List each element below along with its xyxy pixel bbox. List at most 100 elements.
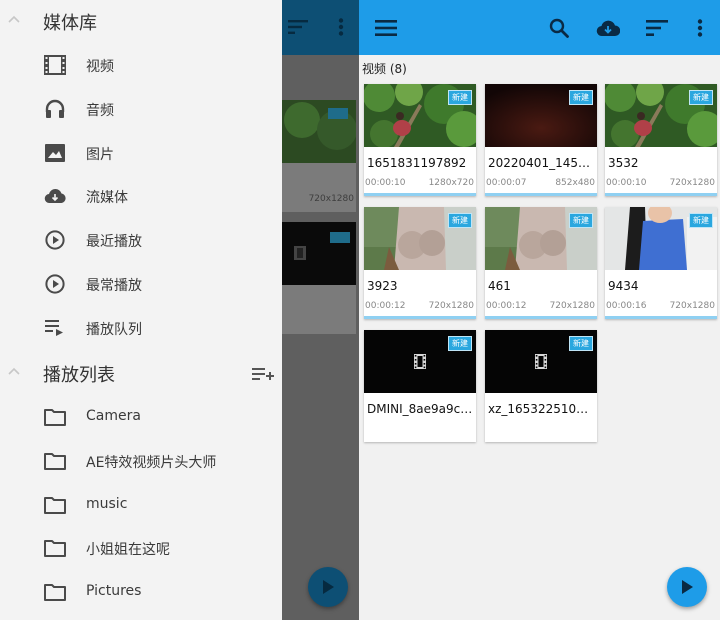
progress-bar <box>605 316 717 319</box>
new-badge: 新建 <box>569 90 593 105</box>
cloud-download-icon[interactable] <box>593 13 623 43</box>
dimmed-thumbnail <box>282 222 356 285</box>
library-item-label: 视频 <box>86 59 114 75</box>
playlist-item-1[interactable]: AE特效视频片头大师 <box>0 441 282 481</box>
library-item-label: 音频 <box>86 102 114 119</box>
video-card[interactable]: 新建 461 00:00:12 720x1280 <box>485 207 597 319</box>
more-options-icon <box>338 18 344 36</box>
sort-icon <box>288 20 308 34</box>
video-resolution: 720x1280 <box>428 301 474 311</box>
library-item-label: 播放队列 <box>86 321 142 338</box>
video-thumbnail: 新建 <box>485 84 597 147</box>
playlist-item-0[interactable]: Camera <box>0 397 282 437</box>
video-resolution: 720x1280 <box>669 178 715 188</box>
playlists-section-header[interactable]: 播放列表 <box>0 353 282 393</box>
library-item-5[interactable]: 最常播放 <box>0 264 282 304</box>
film-icon <box>294 246 306 260</box>
video-thumbnail: 新建 <box>485 330 597 393</box>
video-duration: 00:00:12 <box>365 301 406 311</box>
play-circle-icon <box>43 272 67 296</box>
video-card[interactable]: 新建 9434 00:00:16 720x1280 <box>605 207 717 319</box>
new-badge: 新建 <box>569 336 593 351</box>
library-item-0[interactable]: 视频 <box>0 45 282 85</box>
playlist-item-label: AE特效视频片头大师 <box>86 454 217 471</box>
sort-icon[interactable] <box>642 13 672 43</box>
headphones-icon <box>43 97 67 121</box>
video-title: 461 <box>488 279 511 293</box>
video-card[interactable]: 新建 20220401_145443 00:00:07 852x480 <box>485 84 597 196</box>
dimmed-video-card <box>282 222 356 334</box>
new-badge: 新建 <box>448 90 472 105</box>
dimmed-thumbnail <box>282 100 356 163</box>
video-resolution: 1280x720 <box>428 178 474 188</box>
video-card[interactable]: 新建 1651831197892 00:00:10 1280x720 <box>364 84 476 196</box>
video-thumbnail: 新建 <box>364 84 476 147</box>
playlist-item-label: Pictures <box>86 583 142 600</box>
video-title: 20220401_145443 <box>488 156 594 170</box>
play-circle-icon <box>43 228 67 252</box>
playlist-item-4[interactable]: Pictures <box>0 572 282 612</box>
folder-icon <box>43 493 67 517</box>
play-fab[interactable] <box>667 567 707 607</box>
new-badge: 新建 <box>689 90 713 105</box>
film-icon <box>43 53 67 77</box>
dimmed-app-bar <box>282 0 359 55</box>
folder-icon <box>43 449 67 473</box>
library-item-4[interactable]: 最近播放 <box>0 220 282 260</box>
video-duration: 00:00:10 <box>606 178 647 188</box>
new-badge: 新建 <box>448 213 472 228</box>
video-title: DMINI_8ae9a9c5f... <box>367 402 473 416</box>
folder-icon <box>43 405 67 429</box>
video-card[interactable]: 新建 3532 00:00:10 720x1280 <box>605 84 717 196</box>
hamburger-menu-icon[interactable] <box>371 13 401 43</box>
progress-bar <box>485 193 597 196</box>
library-item-1[interactable]: 音频 <box>0 89 282 129</box>
queue-icon <box>43 316 67 340</box>
new-badge: 新建 <box>689 213 713 228</box>
video-resolution: 720x1280 <box>549 301 595 311</box>
video-card[interactable]: 新建 DMINI_8ae9a9c5f... <box>364 330 476 442</box>
library-item-label: 最近播放 <box>86 234 142 251</box>
add-playlist-icon[interactable] <box>252 363 274 385</box>
playlist-item-label: 小姐姐在这呢 <box>86 542 170 559</box>
library-item-3[interactable]: 流媒体 <box>0 176 282 216</box>
video-resolution: 720x1280 <box>669 301 715 311</box>
progress-bar <box>364 193 476 196</box>
search-icon[interactable] <box>544 13 574 43</box>
chevron-up-icon <box>8 15 20 23</box>
video-thumbnail: 新建 <box>605 84 717 147</box>
video-card[interactable]: 新建 xz_1653225102063 <box>485 330 597 442</box>
video-duration: 00:00:10 <box>365 178 406 188</box>
dimmed-video-card: 720x1280 <box>282 100 356 212</box>
video-title: xz_1653225102063 <box>488 402 594 416</box>
playlists-title: 播放列表 <box>43 365 115 386</box>
folder-icon <box>43 536 67 560</box>
video-duration: 00:00:12 <box>486 301 527 311</box>
navigation-drawer: 媒体库 视频音频图片 流媒体最近播放最常播放播放队列 播放列表 Camera AE特… <box>0 0 282 620</box>
more-options-icon[interactable] <box>685 13 715 43</box>
video-thumbnail: 新建 <box>485 207 597 270</box>
playlist-item-2[interactable]: music <box>0 485 282 525</box>
cloud-download-icon <box>43 184 67 208</box>
video-duration: 00:00:07 <box>486 178 527 188</box>
app-bar <box>359 0 720 55</box>
new-badge: 新建 <box>448 336 472 351</box>
section-label: 视频 (8) <box>362 62 407 76</box>
video-card[interactable]: 新建 3923 00:00:12 720x1280 <box>364 207 476 319</box>
video-title: 1651831197892 <box>367 156 467 170</box>
video-thumbnail: 新建 <box>364 207 476 270</box>
video-thumbnail: 新建 <box>605 207 717 270</box>
dimmed-background-screen: 720x1280 <box>282 0 359 620</box>
chevron-up-icon <box>8 367 20 375</box>
library-title: 媒体库 <box>43 13 97 34</box>
playlist-item-3[interactable]: 小姐姐在这呢 <box>0 528 282 568</box>
library-section-header[interactable]: 媒体库 <box>0 1 282 41</box>
play-icon <box>323 580 334 594</box>
new-badge: 新建 <box>569 213 593 228</box>
video-library-screen: 视频 (8) 新建 1651831197892 00:00:10 1280x720 新建… <box>359 0 720 620</box>
playlist-item-label: music <box>86 495 128 512</box>
library-item-2[interactable]: 图片 <box>0 133 282 173</box>
dimmed-resolution: 720x1280 <box>308 194 354 204</box>
image-icon <box>43 141 67 165</box>
library-item-6[interactable]: 播放队列 <box>0 308 282 348</box>
